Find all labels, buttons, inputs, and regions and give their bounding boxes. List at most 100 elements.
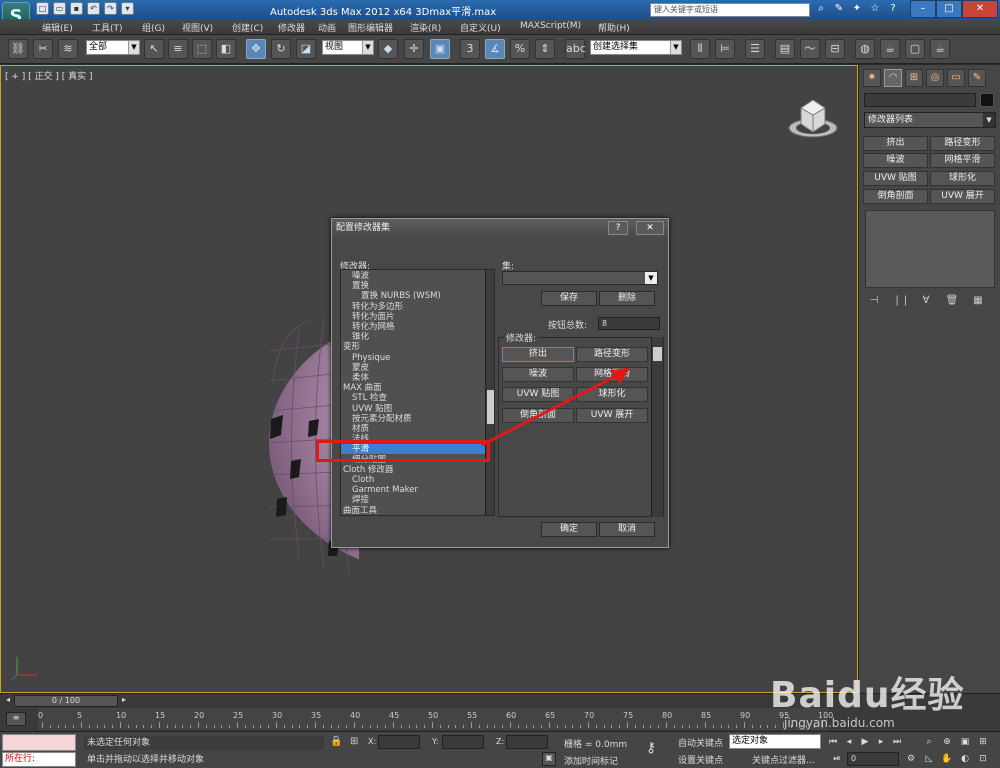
key-filters-button[interactable]: 关键点过滤器...	[752, 753, 815, 766]
delete-set-button[interactable]: 删除	[599, 291, 655, 306]
menu-views[interactable]: 视图(V)	[182, 21, 213, 34]
lock-icon[interactable]: 🔒	[330, 736, 342, 747]
add-time-tag-button[interactable]: 添加时间标记	[564, 754, 618, 767]
tree-item[interactable]: 转化为网格	[341, 322, 485, 332]
tree-item[interactable]: 柔体	[341, 373, 485, 383]
previous-frame-icon[interactable]: ◂	[842, 735, 856, 749]
modset-spherify-button[interactable]: 球形化	[930, 171, 995, 186]
search-icon[interactable]: ⌕	[815, 3, 827, 15]
display-tab-icon[interactable]: ▭	[947, 69, 965, 87]
absolute-mode-icon[interactable]: ⊞	[350, 736, 358, 747]
render-production-icon[interactable]: ☕	[930, 39, 950, 59]
menu-group[interactable]: 组(G)	[142, 21, 165, 34]
menu-customize[interactable]: 自定义(U)	[460, 21, 501, 34]
pan-icon[interactable]: ✋	[940, 752, 954, 766]
new-file-icon[interactable]: □	[36, 2, 49, 15]
menu-create[interactable]: 创建(C)	[232, 21, 263, 34]
time-slider-right-icon[interactable]: ▸	[118, 695, 130, 707]
reference-coordinate-dropdown[interactable]: 视图 ▼	[322, 40, 374, 55]
select-scale-icon[interactable]: ◪	[296, 39, 316, 59]
help-icon[interactable]: ?	[887, 3, 899, 15]
create-tab-icon[interactable]: ✷	[863, 69, 881, 87]
unlink-icon[interactable]: ✂	[33, 39, 53, 59]
mirror-icon[interactable]: ⫴	[690, 39, 710, 59]
z-coordinate-field[interactable]	[506, 735, 548, 749]
viewport-label[interactable]: [ + ] [ 正交 ] [ 真实 ]	[5, 69, 93, 82]
communication-icon[interactable]: ✦	[851, 3, 863, 15]
modifier-list-dropdown[interactable]: 修改器列表 ▼	[864, 112, 996, 128]
pivot-center-icon[interactable]: ◆	[378, 39, 398, 59]
tree-item[interactable]: 变形	[341, 342, 485, 352]
tree-item[interactable]: Cloth 修改器	[341, 465, 485, 475]
modset-extrude-button[interactable]: 挤出	[863, 136, 928, 151]
favorites-icon[interactable]: ☆	[869, 3, 881, 15]
set-key-button[interactable]: 设置关键点	[678, 753, 723, 766]
modset-unwrap-uvw-button[interactable]: UVW 展开	[930, 189, 995, 204]
dialog-close-button[interactable]: ✕	[636, 221, 664, 235]
graphite-ribbon-icon[interactable]: ▤	[775, 39, 795, 59]
go-to-start-icon[interactable]: ⏮	[826, 735, 840, 749]
tree-item[interactable]: Physique	[341, 353, 485, 363]
remove-modifier-icon[interactable]: 🗑	[945, 295, 959, 307]
object-color-swatch[interactable]	[980, 93, 994, 107]
modset-path-deform-button[interactable]: 路径变形	[930, 136, 995, 151]
menu-animation[interactable]: 动画	[318, 21, 336, 34]
tree-item[interactable]: 蒙皮	[341, 363, 485, 373]
tree-item[interactable]: 置换 NURBS (WSM)	[341, 291, 485, 301]
current-frame-field[interactable]: 0	[847, 752, 899, 766]
orbit-icon[interactable]: ◐	[958, 752, 972, 766]
time-slider-left-icon[interactable]: ◂	[2, 695, 14, 707]
menu-modifiers[interactable]: 修改器	[278, 21, 305, 34]
time-tag-icon[interactable]: ▣	[542, 752, 556, 766]
total-buttons-spinner[interactable]: 8	[598, 317, 660, 330]
zoom-all-icon[interactable]: ⊕	[940, 735, 954, 749]
tree-item[interactable]: STL 检查	[341, 393, 485, 403]
object-name-field[interactable]	[864, 93, 976, 107]
edit-named-selection-icon[interactable]: abc	[565, 39, 586, 59]
menu-graph-editors[interactable]: 图形编辑器	[348, 21, 393, 34]
pin-stack-icon[interactable]: ⊣	[867, 295, 881, 307]
material-editor-icon[interactable]: ◍	[855, 39, 875, 59]
select-rotate-icon[interactable]: ↻	[271, 39, 291, 59]
menu-maxscript[interactable]: MAXScript(M)	[520, 21, 581, 31]
group-scrollbar[interactable]	[651, 337, 663, 517]
dialog-help-button[interactable]: ?	[608, 221, 628, 235]
open-file-icon[interactable]: ▭	[53, 2, 66, 15]
play-icon[interactable]: ▶	[858, 735, 872, 749]
snaps-toggle-icon[interactable]: 3	[460, 39, 480, 59]
subscription-icon[interactable]: ✎	[833, 3, 845, 15]
field-of-view-icon[interactable]: ◺	[922, 752, 936, 766]
redo-icon[interactable]: ↷	[104, 2, 117, 15]
next-frame-icon[interactable]: ▸	[874, 735, 888, 749]
bind-space-warp-icon[interactable]: ≋	[58, 39, 78, 59]
tree-item[interactable]: 噪波	[341, 271, 485, 281]
select-object-icon[interactable]: ↖	[144, 39, 164, 59]
tree-item[interactable]: UVW 贴图	[341, 404, 485, 414]
undo-icon[interactable]: ↶	[87, 2, 100, 15]
tree-item[interactable]: 材质	[341, 424, 485, 434]
time-configuration-icon[interactable]: ⚙	[904, 752, 918, 766]
tree-item[interactable]: 置换	[341, 281, 485, 291]
selected-object-dropdown[interactable]: 选定对象	[729, 734, 821, 749]
close-window-button[interactable]: ✕	[962, 0, 998, 18]
schematic-view-icon[interactable]: ⊟	[825, 39, 845, 59]
modifier-stack[interactable]	[865, 210, 995, 288]
tree-item[interactable]: 按元素分配材质	[341, 414, 485, 424]
keyboard-shortcut-override-icon[interactable]: ▣	[430, 39, 450, 59]
rect-selection-icon[interactable]: ⬚	[192, 39, 212, 59]
angle-snap-icon[interactable]: ∡	[485, 39, 505, 59]
tree-item[interactable]: 锥化	[341, 332, 485, 342]
menu-tools[interactable]: 工具(T)	[92, 21, 123, 34]
select-manipulate-icon[interactable]: ✛	[404, 39, 424, 59]
named-selection-dropdown[interactable]: 创建选择集 ▼	[590, 40, 682, 55]
qat-dropdown-icon[interactable]: ▾	[121, 2, 134, 15]
save-file-icon[interactable]: ▪	[70, 2, 83, 15]
percent-snap-icon[interactable]: %	[510, 39, 530, 59]
select-move-icon[interactable]: ✥	[246, 39, 266, 59]
group-scrollbar-thumb[interactable]	[653, 347, 662, 361]
align-icon[interactable]: ⊨	[715, 39, 735, 59]
motion-tab-icon[interactable]: ◎	[926, 69, 944, 87]
y-coordinate-field[interactable]	[442, 735, 484, 749]
menu-help[interactable]: 帮助(H)	[598, 21, 630, 34]
modifier-tree-list[interactable]: 噪波 置换 置换 NURBS (WSM) 转化为多边形 转化为面片 转化为网格 锥化 变形 Ph…	[340, 269, 495, 516]
